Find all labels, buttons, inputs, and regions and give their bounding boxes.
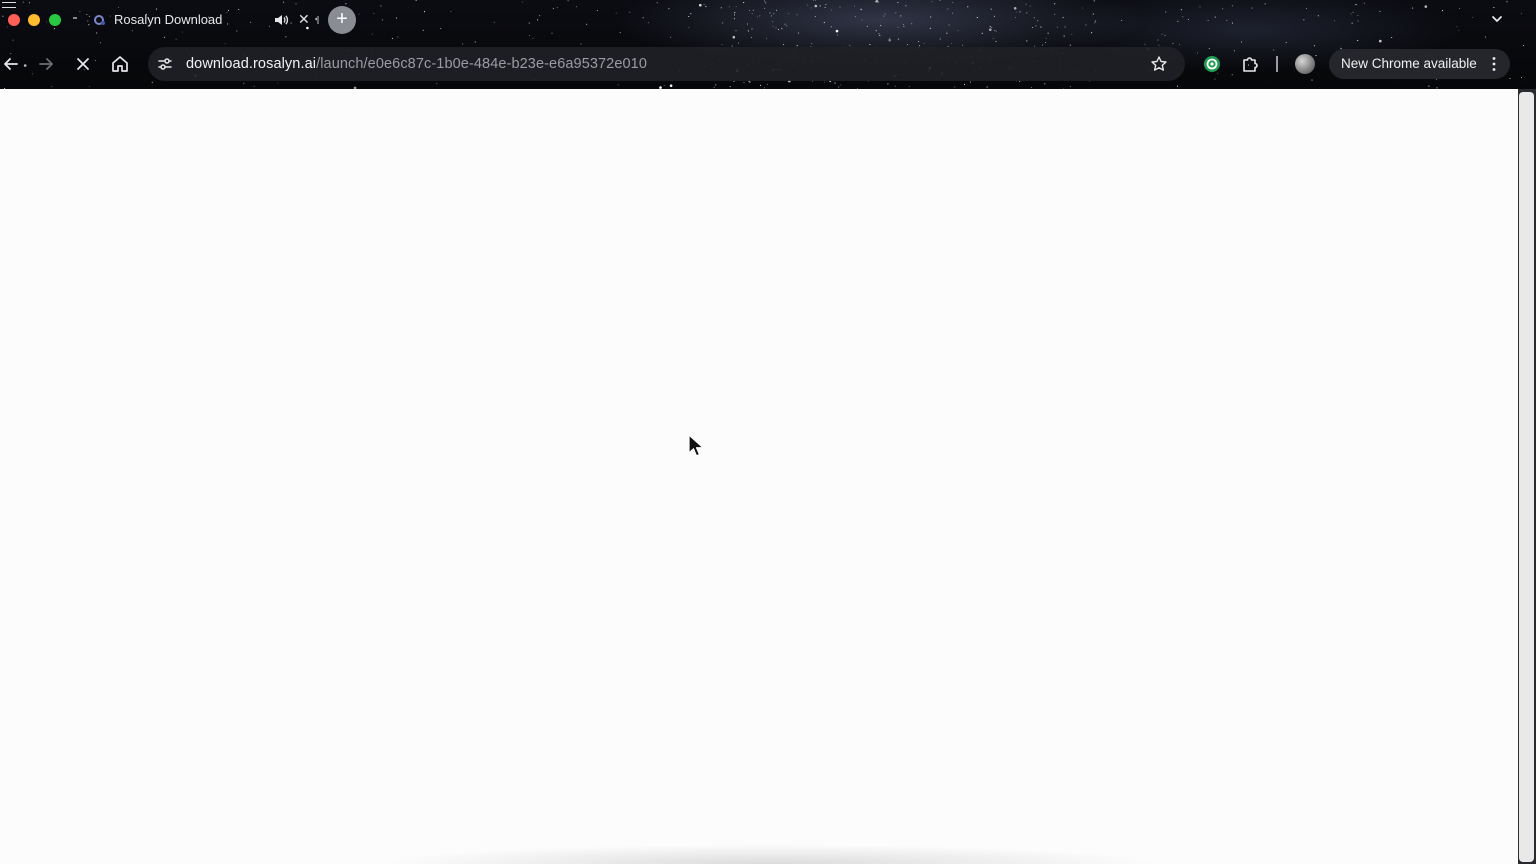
- tab-close-icon[interactable]: ✕: [298, 11, 310, 27]
- extensions-puzzle-icon[interactable]: [1240, 54, 1260, 74]
- rosalyn-logo-icon: [94, 15, 105, 25]
- tab-divider: [317, 16, 319, 24]
- update-label: New Chrome available: [1341, 56, 1477, 71]
- app-menu-icon: [2, 2, 16, 8]
- arrow-left-icon[interactable]: [0, 53, 22, 75]
- url-text[interactable]: download.rosalyn.ai/launch/e0e6c87c-1b0e…: [186, 56, 647, 72]
- tab-title: Rosalyn Download: [114, 12, 223, 27]
- browser-chrome: Rosalyn Download ✕ + download.rosalyn.ai…: [0, 0, 1536, 89]
- home-icon[interactable]: [109, 53, 131, 75]
- mouse-pointer-icon: [688, 434, 704, 457]
- page-content: [0, 89, 1518, 864]
- url-host: download.rosalyn.ai: [186, 56, 317, 72]
- window-minimize-button[interactable]: [28, 14, 40, 26]
- address-bar[interactable]: download.rosalyn.ai/launch/e0e6c87c-1b0e…: [148, 47, 1185, 81]
- tab-separator: [73, 17, 77, 19]
- bookmark-star-icon[interactable]: [1150, 55, 1168, 73]
- extension-green-icon[interactable]: [1203, 55, 1221, 73]
- tab-rosalyn-download[interactable]: Rosalyn Download ✕: [80, 6, 320, 34]
- profile-avatar[interactable]: [1295, 54, 1315, 74]
- window-zoom-button[interactable]: [49, 14, 61, 26]
- bottom-shadow: [260, 834, 1280, 864]
- arrow-right-icon[interactable]: [35, 53, 57, 75]
- scrollbar-thumb[interactable]: [1519, 92, 1534, 862]
- window-close-button[interactable]: [8, 14, 20, 26]
- url-path: /launch/e0e6c87c-1b0e-484e-b23e-e6a95372…: [316, 56, 648, 72]
- new-chrome-available-button[interactable]: New Chrome available: [1329, 49, 1510, 79]
- new-tab-button[interactable]: +: [328, 6, 356, 34]
- chevron-down-icon[interactable]: [1488, 10, 1506, 28]
- toolbar-divider: [1276, 56, 1278, 72]
- more-vert-icon[interactable]: [1491, 56, 1497, 72]
- stop-loading-icon[interactable]: [72, 53, 94, 75]
- site-settings-icon[interactable]: [157, 56, 173, 72]
- speaker-icon[interactable]: [273, 12, 289, 28]
